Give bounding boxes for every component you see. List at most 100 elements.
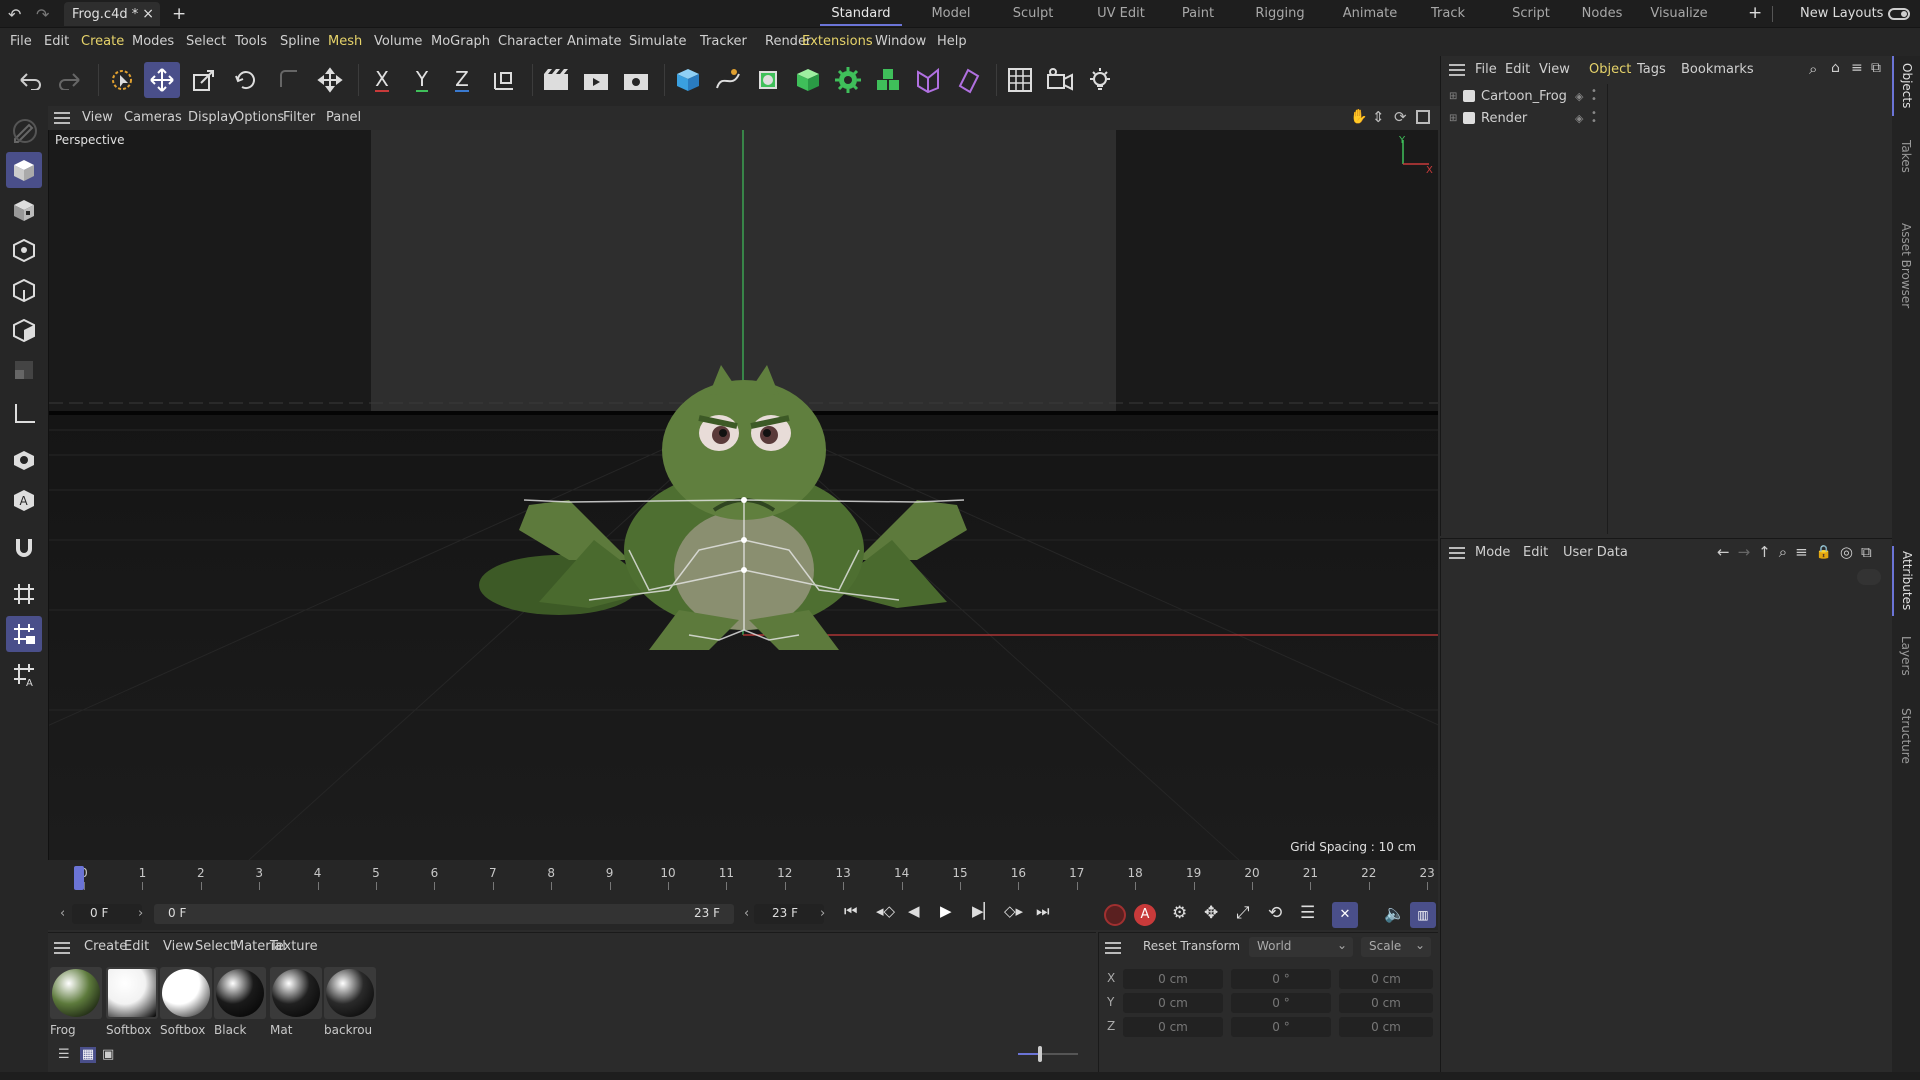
pan-icon[interactable]: ✋ [1350,109,1367,125]
material-swatch[interactable] [106,967,158,1019]
material-menu-view[interactable]: View [163,933,194,961]
menu-tools[interactable]: Tools [235,28,267,56]
subdivision-button[interactable] [750,62,786,98]
coordinate-system-button[interactable] [486,62,522,98]
layout-tab-nodes[interactable]: Nodes [1570,0,1634,28]
locked-workplane-button[interactable] [6,616,42,652]
side-tab-takes[interactable]: Takes [1892,126,1920,186]
visibility-dots-icon[interactable]: • • [1591,109,1597,127]
attribute-menu-user-data[interactable]: User Data [1563,539,1628,567]
autokey-button[interactable]: A [1134,904,1156,926]
next-key-icon[interactable]: ◇▸ [1004,902,1026,920]
end-frame-field[interactable]: 23 F [754,904,824,924]
toggle-switch[interactable] [1888,8,1910,20]
search-icon[interactable]: ⌕ [1779,543,1787,561]
cube-button[interactable] [670,62,706,98]
grid-view-icon[interactable]: ▦ [80,1047,96,1063]
layer-icon[interactable]: ◈ [1575,112,1583,125]
key-scale-icon[interactable]: ⤢ [1236,903,1260,923]
search-icon[interactable]: ⌕ [1809,60,1817,78]
attribute-toggle[interactable] [1857,569,1881,585]
material-swatch[interactable] [160,967,212,1019]
orbit-icon[interactable]: ⟳ [1394,108,1407,126]
menu-modes[interactable]: Modes [132,28,174,56]
filter-icon[interactable]: ≡ [1795,543,1808,561]
back-arrow-icon[interactable]: ← [1717,543,1730,561]
add-tab-icon[interactable]: + [172,4,186,24]
reset-transform-button[interactable]: Reset Transform [1143,939,1240,953]
menu-animate[interactable]: Animate [567,28,621,56]
layout-tab-paint[interactable]: Paint [1170,0,1226,28]
extrude-button[interactable] [790,62,826,98]
undo-icon[interactable]: ↶ [8,5,26,24]
go-to-start-icon[interactable]: ⏮ [844,902,866,920]
viewport-menu-view[interactable]: View [82,106,113,130]
polygons-mode-button[interactable] [6,312,42,348]
expand-icon[interactable]: ⊞ [1449,91,1461,102]
key-settings-icon[interactable]: ⚙ [1172,903,1196,923]
chevron-left-icon[interactable]: ‹ [744,906,749,921]
object-menu-object[interactable]: Object [1589,56,1631,84]
object-menu-icon[interactable] [1449,64,1465,76]
light-button[interactable] [1082,62,1118,98]
target-icon[interactable]: ◎ [1840,543,1853,561]
cloner-button[interactable] [830,62,866,98]
size-field[interactable]: 0 cm [1339,969,1433,989]
chevron-right-icon[interactable]: › [820,906,825,921]
texture-mode-button[interactable] [6,192,42,228]
prev-key-icon[interactable]: ◂◇ [876,902,898,920]
object-menu-edit[interactable]: Edit [1505,56,1530,84]
deformer-button[interactable] [910,62,946,98]
layout-tab-animate[interactable]: Animate [1330,0,1410,28]
object-row[interactable]: ⊞ Render ◈ • • [1449,107,1599,129]
attribute-menu-edit[interactable]: Edit [1523,539,1548,567]
viewport-menu-options[interactable]: Options [234,106,284,130]
menu-file[interactable]: File [10,28,32,56]
grid-button[interactable] [1002,62,1038,98]
position-field[interactable]: 0 cm [1123,969,1223,989]
material-menu-icon[interactable] [54,942,70,954]
live-selection-button[interactable] [104,62,140,98]
position-field[interactable]: 0 cm [1123,993,1223,1013]
list-view-icon[interactable]: ☰ [58,1047,74,1063]
frame-range-slider[interactable]: 0 F 23 F [154,904,734,924]
edges-mode-button[interactable] [6,272,42,308]
rotate-button[interactable] [228,62,264,98]
material-swatch[interactable] [324,967,376,1019]
redo-icon[interactable]: ↷ [36,5,54,24]
menu-volume[interactable]: Volume [374,28,422,56]
zoom-icon[interactable]: ⇕ [1372,108,1385,126]
render-settings-button[interactable] [618,62,654,98]
viewport[interactable]: Y X Perspective Grid Spacing : 10 cm [48,130,1438,860]
key-position-icon[interactable]: ✥ [1204,903,1228,923]
move-button[interactable] [144,62,180,98]
layout-tab-model[interactable]: Model [920,0,982,28]
model-mode-button[interactable] [6,152,42,188]
document-tab[interactable]: Frog.c4d * × [64,2,160,26]
layer-icon[interactable]: ◈ [1575,90,1583,103]
new-window-icon[interactable]: ⧉ [1861,543,1872,561]
side-tab-attributes[interactable]: Attributes [1892,546,1920,616]
menu-help[interactable]: Help [937,28,967,56]
menu-window[interactable]: Window [875,28,926,56]
viewport-menu-icon[interactable] [54,112,70,124]
object-row[interactable]: ⊞ Cartoon_Frog ◈ • • [1449,85,1599,107]
undo-button[interactable] [12,62,48,98]
menu-mograph[interactable]: MoGraph [431,28,490,56]
object-menu-tags[interactable]: Tags [1637,56,1666,84]
material-menu-create[interactable]: Create [84,933,127,961]
menu-extensions[interactable]: Extensions [802,28,873,56]
z-axis-button[interactable]: Z [444,62,480,98]
layout-tab-standard[interactable]: Standard [820,0,902,28]
coordinate-menu-icon[interactable] [1105,942,1121,954]
rotation-field[interactable]: 0 ° [1231,993,1331,1013]
axis-mode-button[interactable] [6,396,42,432]
object-menu-view[interactable]: View [1539,56,1570,84]
maximize-view-icon[interactable] [1416,110,1430,124]
magnet-button[interactable] [6,530,42,566]
rotation-field[interactable]: 0 ° [1231,1017,1331,1037]
mograph-button[interactable] [870,62,906,98]
menu-spline[interactable]: Spline [280,28,320,56]
recent-tool-button[interactable] [270,62,306,98]
up-arrow-icon[interactable]: ↑ [1758,543,1771,561]
